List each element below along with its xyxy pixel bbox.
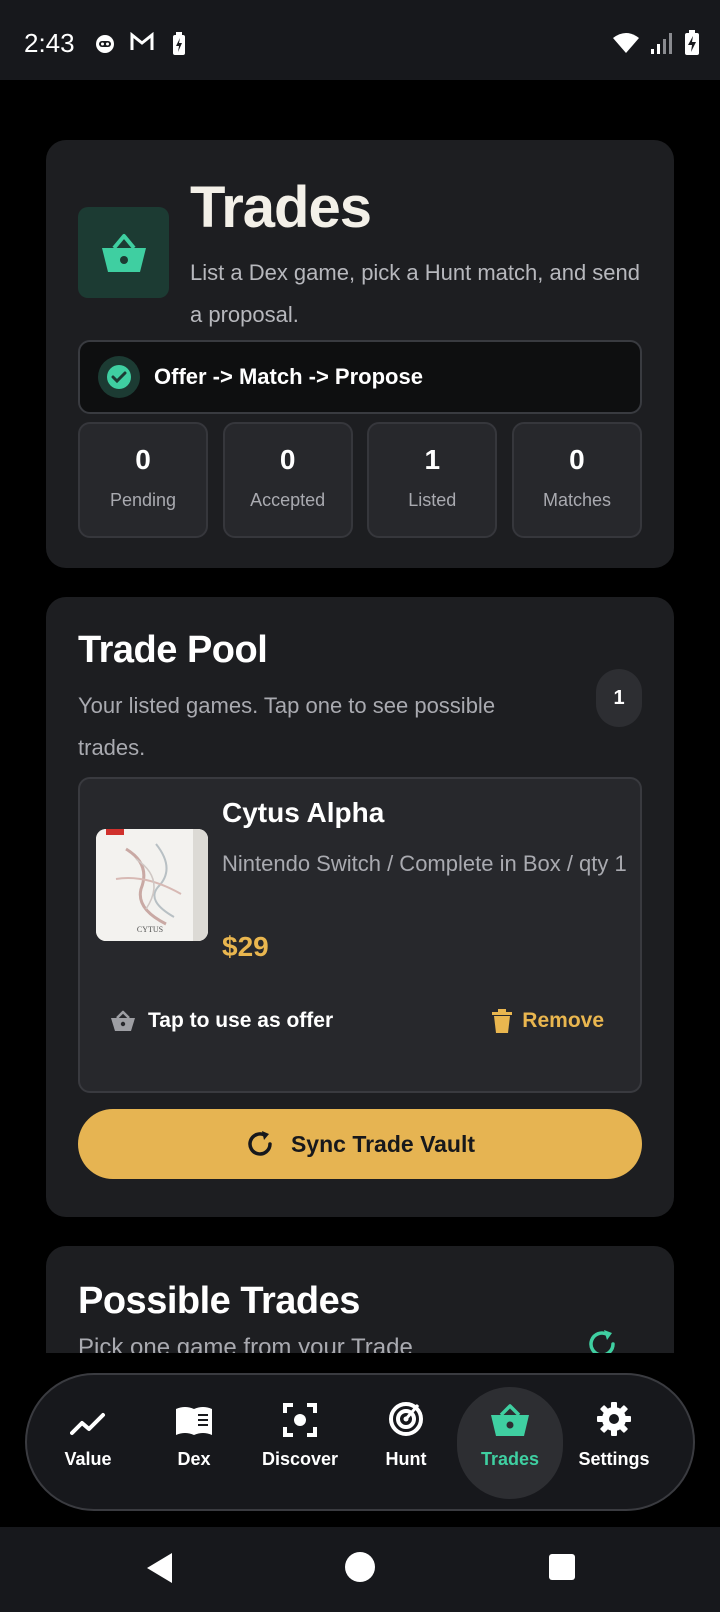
game-price: $29 bbox=[222, 931, 269, 962]
stat-value: 0 bbox=[135, 444, 151, 475]
use-as-offer-button[interactable]: Tap to use as offer bbox=[110, 1009, 333, 1033]
scan-icon bbox=[283, 1403, 317, 1437]
possible-trades-subtitle: Pick one game from your Trade bbox=[78, 1334, 413, 1353]
nav-dex[interactable]: Dex bbox=[141, 1387, 247, 1499]
trash-icon bbox=[492, 1009, 513, 1033]
page-title: Trades bbox=[190, 175, 372, 240]
wifi-icon bbox=[613, 33, 639, 53]
basket-icon bbox=[101, 233, 146, 272]
book-icon bbox=[176, 1407, 212, 1435]
remove-label: Remove bbox=[522, 1009, 604, 1032]
stat-value: 1 bbox=[424, 444, 441, 475]
stat-accepted[interactable]: 0 Accepted bbox=[222, 422, 353, 538]
stat-matches[interactable]: 0 Matches bbox=[511, 422, 642, 538]
stat-listed[interactable]: 1 Listed bbox=[367, 422, 498, 538]
stats-row: 0 Pending 0 Accepted 1 Listed 0 Matches bbox=[78, 422, 642, 538]
refresh-icon[interactable] bbox=[586, 1328, 618, 1353]
stat-value: 0 bbox=[279, 444, 296, 475]
check-circle-icon bbox=[98, 356, 140, 398]
status-time: 2:43 bbox=[24, 28, 75, 58]
nav-value[interactable]: Value bbox=[35, 1387, 141, 1499]
trade-pool-card: Trade Pool Your listed games. Tap one to… bbox=[46, 597, 674, 1217]
game-title: Cytus Alpha bbox=[222, 797, 385, 828]
basket-icon bbox=[491, 1404, 529, 1436]
remove-button[interactable]: Remove bbox=[492, 1009, 604, 1033]
listed-count-badge: 1 bbox=[596, 669, 642, 727]
nav-label: Settings bbox=[578, 1449, 650, 1469]
nav-settings[interactable]: Settings bbox=[561, 1387, 667, 1499]
trades-header-card: Trades List a Dex game, pick a Hunt matc… bbox=[46, 140, 674, 568]
robot-face-icon bbox=[96, 35, 114, 53]
stat-value: 0 bbox=[569, 444, 585, 475]
stat-label: Accepted bbox=[250, 490, 326, 510]
recents-icon[interactable] bbox=[548, 1553, 576, 1581]
stat-label: Matches bbox=[542, 490, 611, 510]
gmail-icon bbox=[130, 32, 154, 50]
nav-label: Trades bbox=[480, 1449, 540, 1469]
nav-label: Dex bbox=[177, 1449, 211, 1469]
nav-label: Discover bbox=[261, 1449, 339, 1469]
game-meta: Nintendo Switch / Complete in Box / qty … bbox=[222, 851, 627, 876]
radar-icon bbox=[389, 1402, 423, 1436]
gear-icon bbox=[597, 1402, 631, 1436]
sync-trade-vault-button[interactable]: Sync Trade Vault bbox=[78, 1109, 642, 1179]
nav-discover[interactable]: Discover bbox=[247, 1387, 353, 1499]
trades-content[interactable]: Trades List a Dex game, pick a Hunt matc… bbox=[0, 80, 720, 1353]
system-navigation-bar bbox=[0, 1527, 720, 1612]
sync-trade-vault-label: Sync Trade Vault bbox=[290, 1130, 476, 1157]
home-icon[interactable] bbox=[344, 1551, 376, 1583]
trade-pool-item[interactable]: CYTUS Cytus Alpha Nintendo Switch / Comp… bbox=[78, 777, 642, 1093]
nav-trades[interactable]: Trades bbox=[457, 1387, 563, 1499]
bottom-navigation: Value Dex Discover Hunt Trades Settings bbox=[25, 1373, 695, 1511]
stat-label: Listed bbox=[408, 490, 457, 510]
nav-hunt[interactable]: Hunt bbox=[353, 1387, 459, 1499]
possible-trades-card: Possible Trades Pick one game from your … bbox=[46, 1246, 674, 1353]
status-bar: 2:43 bbox=[0, 0, 720, 80]
trade-pool-subtitle: Your listed games. Tap one to see possib… bbox=[78, 693, 496, 760]
possible-trades-title: Possible Trades bbox=[78, 1280, 360, 1322]
trend-line-icon bbox=[70, 1413, 105, 1435]
stat-label: Pending bbox=[109, 490, 177, 510]
nav-label: Value bbox=[64, 1449, 112, 1469]
use-as-offer-label: Tap to use as offer bbox=[148, 1009, 334, 1032]
trade-pool-title: Trade Pool bbox=[78, 629, 268, 671]
cover-caption: CYTUS bbox=[137, 925, 163, 934]
trades-logo bbox=[78, 207, 169, 298]
flow-indicator: Offer -> Match -> Propose bbox=[78, 340, 642, 414]
nav-label: Hunt bbox=[385, 1449, 427, 1469]
game-cover-image: CYTUS bbox=[96, 829, 208, 941]
back-icon[interactable] bbox=[144, 1551, 174, 1585]
page-subtitle: List a Dex game, pick a Hunt match, and … bbox=[190, 260, 641, 327]
basket-icon bbox=[111, 1010, 135, 1031]
signal-icon bbox=[651, 33, 672, 54]
battery-charging-icon bbox=[685, 30, 699, 55]
refresh-icon bbox=[248, 1131, 272, 1156]
battery-saver-icon bbox=[173, 32, 185, 55]
flow-text: Offer -> Match -> Propose bbox=[154, 364, 423, 389]
stat-pending[interactable]: 0 Pending bbox=[78, 422, 208, 538]
